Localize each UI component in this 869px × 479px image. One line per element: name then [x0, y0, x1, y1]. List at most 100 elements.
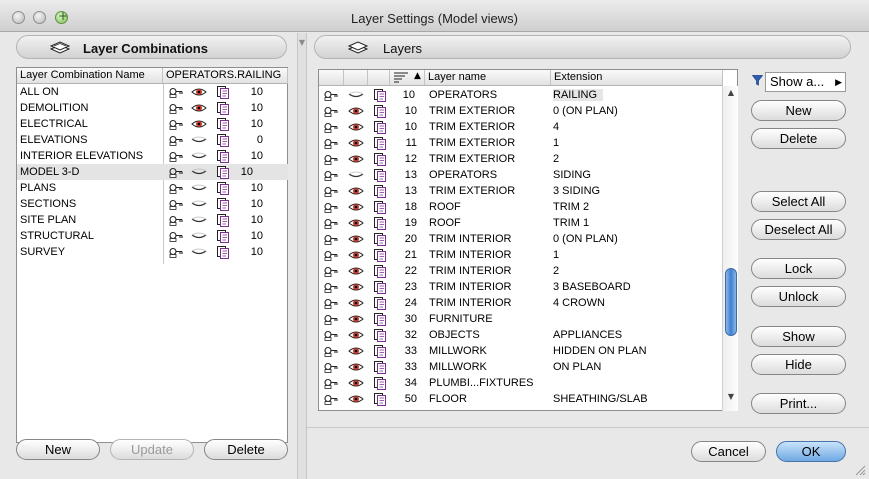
layer-row[interactable]: 24 TRIM INTERIOR 4 CROWN — [319, 295, 722, 311]
unlock-icon[interactable] — [324, 202, 339, 213]
lock-button[interactable]: Lock — [751, 258, 846, 279]
wireframe-mode-icon[interactable] — [217, 150, 229, 163]
wireframe-mode-icon[interactable] — [374, 297, 386, 310]
wireframe-mode-icon[interactable] — [374, 329, 386, 342]
unlock-icon[interactable] — [169, 119, 184, 130]
wireframe-mode-icon[interactable] — [217, 230, 229, 243]
layers-list[interactable]: ▲ Layer name Extension 10 OPERATORS RAILIN… — [318, 69, 738, 411]
unlock-icon[interactable] — [324, 282, 339, 293]
unlock-icon[interactable] — [169, 135, 184, 146]
layer-row[interactable]: 20 TRIM INTERIOR 0 (ON PLAN) — [319, 231, 722, 247]
layer-row[interactable]: 30 FURNITURE — [319, 311, 722, 327]
unlock-icon[interactable] — [324, 122, 339, 133]
unlock-icon[interactable] — [169, 151, 184, 162]
collapse-arrow-icon[interactable]: ▼ — [298, 38, 306, 47]
pane-splitter[interactable]: ▼ — [297, 33, 307, 479]
column-header-visibility[interactable] — [344, 70, 368, 86]
layer-row[interactable]: 10 TRIM EXTERIOR 4 — [319, 119, 722, 135]
eye-closed-icon[interactable] — [191, 215, 207, 225]
layer-row[interactable]: 13 TRIM EXTERIOR 3 SIDING — [319, 183, 722, 199]
intersection-group-number[interactable]: 10 — [233, 166, 253, 178]
unlock-icon[interactable] — [324, 378, 339, 389]
eye-open-icon[interactable] — [348, 138, 364, 148]
eye-closed-icon[interactable] — [191, 247, 207, 257]
column-header-operators[interactable]: OPERATORS.RAILING — [163, 68, 288, 84]
layer-row[interactable]: 33 MILLWORK ON PLAN — [319, 359, 722, 375]
wireframe-mode-icon[interactable] — [374, 233, 386, 246]
wireframe-mode-icon[interactable] — [374, 121, 386, 134]
layer-row[interactable]: 32 OBJECTS APPLIANCES — [319, 327, 722, 343]
wireframe-mode-icon[interactable] — [374, 105, 386, 118]
layer-new-button[interactable]: New — [751, 100, 846, 121]
eye-open-icon[interactable] — [348, 314, 364, 324]
eye-open-icon[interactable] — [348, 218, 364, 228]
layer-row[interactable]: 10 TRIM EXTERIOR 0 (ON PLAN) — [319, 103, 722, 119]
unlock-icon[interactable] — [169, 167, 184, 178]
wireframe-mode-icon[interactable] — [217, 166, 229, 179]
wireframe-mode-icon[interactable] — [374, 217, 386, 230]
eye-open-icon[interactable] — [348, 234, 364, 244]
unlock-icon[interactable] — [324, 170, 339, 181]
wireframe-mode-icon[interactable] — [217, 86, 229, 99]
wireframe-mode-icon[interactable] — [217, 214, 229, 227]
combination-row[interactable]: MODEL 3-D 10 — [17, 164, 288, 180]
unlock-icon[interactable] — [169, 215, 184, 226]
combination-row[interactable]: STRUCTURAL 10 — [17, 228, 288, 244]
eye-closed-icon[interactable] — [348, 90, 364, 100]
unlock-button[interactable]: Unlock — [751, 286, 846, 307]
eye-open-icon[interactable] — [348, 346, 364, 356]
unlock-icon[interactable] — [169, 183, 184, 194]
unlock-icon[interactable] — [324, 218, 339, 229]
wireframe-mode-icon[interactable] — [217, 198, 229, 211]
wireframe-mode-icon[interactable] — [374, 281, 386, 294]
eye-open-icon[interactable] — [348, 266, 364, 276]
layer-row[interactable]: 19 ROOF TRIM 1 — [319, 215, 722, 231]
layer-row[interactable]: 10 OPERATORS RAILING — [319, 87, 722, 103]
unlock-icon[interactable] — [324, 234, 339, 245]
wireframe-mode-icon[interactable] — [374, 377, 386, 390]
eye-open-icon[interactable] — [348, 122, 364, 132]
combination-row[interactable]: ALL ON 10 — [17, 84, 288, 100]
wireframe-mode-icon[interactable] — [374, 185, 386, 198]
unlock-icon[interactable] — [324, 250, 339, 261]
wireframe-mode-icon[interactable] — [374, 201, 386, 214]
scroll-down-icon[interactable]: ▼ — [726, 392, 736, 401]
unlock-icon[interactable] — [324, 394, 339, 405]
combination-row[interactable]: PLANS 10 — [17, 180, 288, 196]
unlock-icon[interactable] — [324, 154, 339, 165]
combination-update-button[interactable]: Update — [110, 439, 194, 460]
layer-row[interactable]: 21 TRIM INTERIOR 1 — [319, 247, 722, 263]
combination-new-button[interactable]: New — [16, 439, 100, 460]
unlock-icon[interactable] — [169, 231, 184, 242]
unlock-icon[interactable] — [324, 266, 339, 277]
unlock-icon[interactable] — [169, 247, 184, 258]
unlock-icon[interactable] — [169, 103, 184, 114]
combination-row[interactable]: ELECTRICAL 10 — [17, 116, 288, 132]
unlock-icon[interactable] — [324, 346, 339, 357]
wireframe-mode-icon[interactable] — [374, 89, 386, 102]
eye-open-icon[interactable] — [348, 202, 364, 212]
unlock-icon[interactable] — [324, 186, 339, 197]
eye-open-icon[interactable] — [191, 103, 207, 113]
layer-row[interactable]: 50 FLOOR SHEATHING/SLAB — [319, 391, 722, 407]
layer-row[interactable]: 12 TRIM EXTERIOR 2 — [319, 151, 722, 167]
select-all-button[interactable]: Select All — [751, 191, 846, 212]
wireframe-mode-icon[interactable] — [374, 393, 386, 406]
layer-row[interactable]: 18 ROOF TRIM 2 — [319, 199, 722, 215]
eye-closed-icon[interactable] — [191, 151, 207, 161]
unlock-icon[interactable] — [169, 87, 184, 98]
deselect-all-button[interactable]: Deselect All — [751, 219, 846, 240]
column-header-type[interactable] — [368, 70, 390, 86]
combination-row[interactable]: SECTIONS 10 — [17, 196, 288, 212]
eye-closed-icon[interactable] — [191, 231, 207, 241]
wireframe-mode-icon[interactable] — [374, 137, 386, 150]
unlock-icon[interactable] — [324, 138, 339, 149]
unlock-icon[interactable] — [324, 362, 339, 373]
cancel-button[interactable]: Cancel — [691, 441, 766, 462]
eye-open-icon[interactable] — [348, 298, 364, 308]
layer-row[interactable]: 22 TRIM INTERIOR 2 — [319, 263, 722, 279]
combination-row[interactable]: DEMOLITION 10 — [17, 100, 288, 116]
eye-closed-icon[interactable] — [191, 183, 207, 193]
unlock-icon[interactable] — [324, 90, 339, 101]
combination-row[interactable]: SITE PLAN 10 — [17, 212, 288, 228]
